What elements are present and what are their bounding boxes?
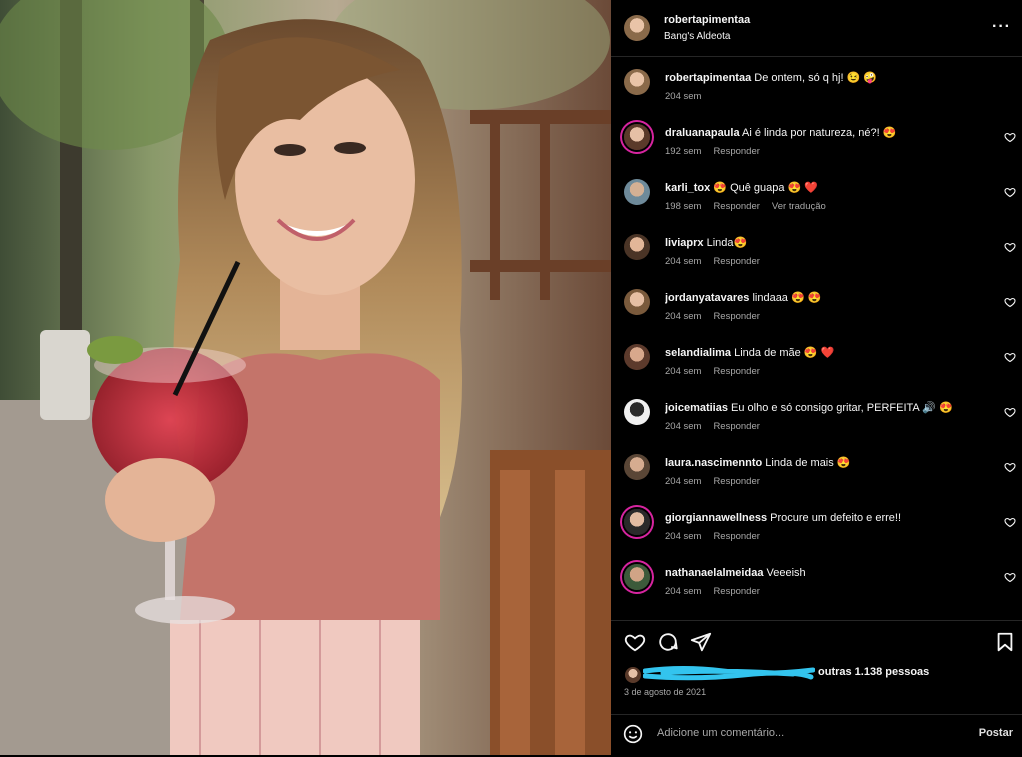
- caption-row: robertapimentaa De ontem, só q hj! 😉 🤪 2…: [611, 69, 1022, 124]
- commenter-avatar[interactable]: [624, 234, 650, 260]
- comment-row: laura.nascimennto Linda de mais 😍 204 se…: [611, 454, 1022, 509]
- commenter-avatar[interactable]: [624, 179, 650, 205]
- comment-time: 204 sem: [665, 256, 702, 267]
- likes-count[interactable]: outras 1.138 pessoas: [818, 666, 929, 678]
- author-username[interactable]: robertapimentaa: [664, 14, 750, 26]
- heart-icon[interactable]: [1004, 241, 1016, 253]
- commenter-avatar[interactable]: [624, 124, 650, 150]
- heart-icon[interactable]: [624, 631, 646, 653]
- comment-username[interactable]: draluanapaula: [665, 127, 740, 139]
- comment-time: 204 sem: [665, 421, 702, 432]
- comment-username[interactable]: liviaprx: [665, 237, 704, 249]
- heart-icon[interactable]: [1004, 516, 1016, 528]
- comment-text: lindaaa 😍 😍: [752, 292, 822, 304]
- comment-row: karli_tox 😍 Quê guapa 😍 ❤️ 198 sem Respon…: [611, 179, 1022, 234]
- post-button[interactable]: Postar: [979, 727, 1013, 739]
- comment-row: giorgiannawellness Procure um defeito e …: [611, 509, 1022, 564]
- comment-icon[interactable]: [657, 631, 679, 653]
- author-avatar[interactable]: [624, 15, 650, 41]
- redacted-scribble: [643, 666, 815, 681]
- comment-time: 204 sem: [665, 476, 702, 487]
- post-date: 3 de agosto de 2021: [624, 687, 707, 697]
- liker-avatar[interactable]: [625, 667, 641, 683]
- add-comment-bar: Adicione um comentário... Postar: [611, 714, 1022, 757]
- save-icon[interactable]: [994, 631, 1016, 653]
- comment-row: draluanapaula Ai é linda por natureza, n…: [611, 124, 1022, 179]
- comment-username[interactable]: jordanyatavares: [665, 292, 749, 304]
- comment-text: Veeeish: [766, 567, 806, 579]
- post-header: robertapimentaa Bang's Aldeota ···: [611, 0, 1022, 57]
- comment-text: Linda de mais 😍: [765, 457, 851, 469]
- commenter-avatar[interactable]: [624, 344, 650, 370]
- heart-icon[interactable]: [1004, 296, 1016, 308]
- reply-button[interactable]: Responder: [713, 531, 759, 542]
- heart-icon[interactable]: [1004, 461, 1016, 473]
- commenter-avatar[interactable]: [624, 564, 650, 590]
- comment-row: nathanaelalmeidaa Veeeish 204 sem Respond…: [611, 564, 1022, 619]
- reply-button[interactable]: Responder: [713, 366, 759, 377]
- commenter-avatar[interactable]: [624, 509, 650, 535]
- author-avatar[interactable]: [624, 69, 650, 95]
- caption-text: De ontem, só q hj! 😉 🤪: [754, 72, 878, 84]
- comment-text: Linda😍: [706, 237, 748, 249]
- comment-username[interactable]: karli_tox: [665, 182, 710, 194]
- post-location[interactable]: Bang's Aldeota: [664, 31, 730, 42]
- comment-username[interactable]: joicematiias: [665, 402, 728, 414]
- commenter-avatar[interactable]: [624, 454, 650, 480]
- heart-icon[interactable]: [1004, 406, 1016, 418]
- comment-username[interactable]: selandialima: [665, 347, 731, 359]
- share-icon[interactable]: [690, 631, 712, 653]
- comment-row: liviaprx Linda😍 204 sem Responder: [611, 234, 1022, 289]
- post-panel: robertapimentaa Bang's Aldeota ··· rober…: [611, 0, 1022, 756]
- post-photo: [0, 0, 611, 755]
- heart-icon[interactable]: [1004, 186, 1016, 198]
- caption-username[interactable]: robertapimentaa: [665, 72, 751, 84]
- comment-row: selandialima Linda de mãe 😍 ❤️ 204 sem Re…: [611, 344, 1022, 399]
- translate-button[interactable]: Ver tradução: [772, 201, 826, 212]
- comment-time: 204 sem: [665, 531, 702, 542]
- heart-icon[interactable]: [1004, 351, 1016, 363]
- comment-text: 😍 Quê guapa 😍 ❤️: [713, 182, 819, 194]
- comment-time: 192 sem: [665, 146, 702, 157]
- reply-button[interactable]: Responder: [713, 476, 759, 487]
- reply-button[interactable]: Responder: [713, 421, 759, 432]
- commenter-avatar[interactable]: [624, 289, 650, 315]
- comment-username[interactable]: laura.nascimennto: [665, 457, 762, 469]
- comment-time: 204 sem: [665, 366, 702, 377]
- emoji-icon[interactable]: [623, 724, 643, 744]
- comment-text: Linda de mãe 😍 ❤️: [734, 347, 835, 359]
- comment-time: 198 sem: [665, 201, 702, 212]
- more-icon[interactable]: ···: [992, 18, 1011, 36]
- reply-button[interactable]: Responder: [713, 256, 759, 267]
- post-photo-illustration: [0, 0, 611, 755]
- heart-icon[interactable]: [1004, 571, 1016, 583]
- commenter-avatar[interactable]: [624, 399, 650, 425]
- comment-text: Procure um defeito e erre!!: [770, 512, 901, 524]
- comment-username[interactable]: giorgiannawellness: [665, 512, 767, 524]
- heart-icon[interactable]: [1004, 131, 1016, 143]
- comment-row: jordanyatavares lindaaa 😍 😍 204 sem Respo…: [611, 289, 1022, 344]
- action-bar: outras 1.138 pessoas 3 de agosto de 2021…: [611, 620, 1022, 756]
- reply-button[interactable]: Responder: [713, 201, 759, 212]
- comment-row: joicematiias Eu olho e só consigo gritar…: [611, 399, 1022, 454]
- reply-button[interactable]: Responder: [713, 311, 759, 322]
- reply-button[interactable]: Responder: [713, 146, 759, 157]
- comment-time: 204 sem: [665, 311, 702, 322]
- comment-text: Eu olho e só consigo gritar, PERFEITA 🔊 …: [731, 402, 953, 414]
- reply-button[interactable]: Responder: [713, 586, 759, 597]
- comment-text: Ai é linda por natureza, né?! 😍: [742, 127, 897, 139]
- comment-time: 204 sem: [665, 586, 702, 597]
- add-comment-input[interactable]: Adicione um comentário...: [657, 727, 784, 739]
- comment-username[interactable]: nathanaelalmeidaa: [665, 567, 763, 579]
- caption-time: 204 sem: [665, 91, 702, 102]
